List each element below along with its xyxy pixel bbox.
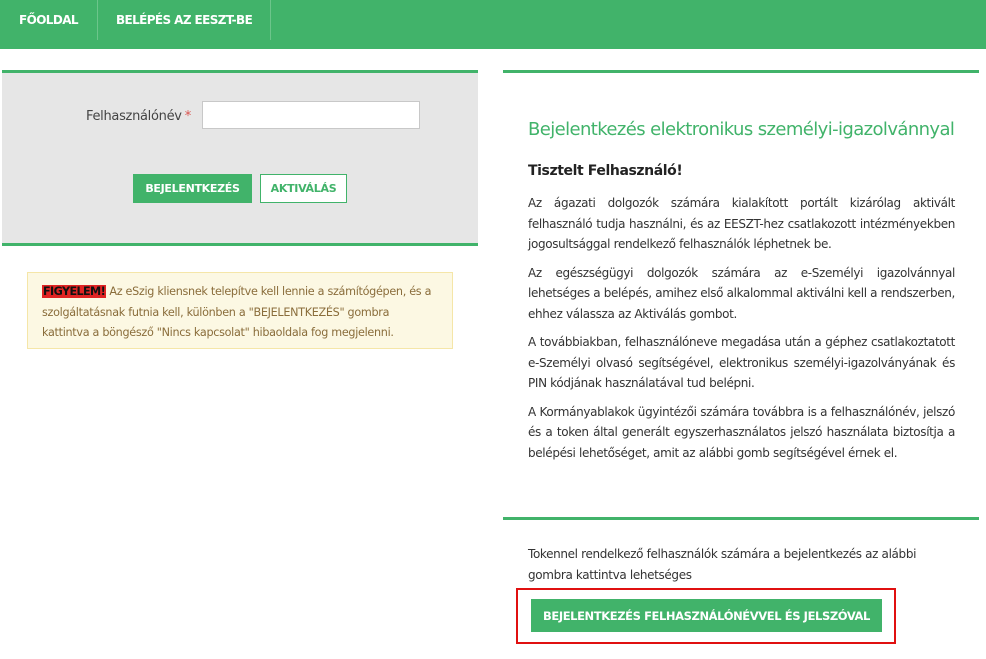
- username-label: Felhasználónév *: [86, 109, 191, 124]
- info-paragraphs: Az ágazati dolgozók számára kialakított …: [528, 193, 955, 471]
- warning-box: FIGYELEM! Az eSzig kliensnek telepítve k…: [27, 272, 453, 349]
- token-info-text: Tokennel rendelkező felhasználók számára…: [528, 547, 917, 582]
- username-input[interactable]: [202, 101, 420, 129]
- info-paragraph: A továbbiakban, felhasználóneve megadása…: [528, 335, 955, 390]
- nav-home[interactable]: FŐOLDAL: [0, 0, 98, 40]
- info-paragraph: Az egészségügyi dolgozók számára az e-Sz…: [528, 265, 955, 321]
- token-login-button[interactable]: BEJELENTKEZÉS FELHASZNÁLÓNÉVVEL ÉS JELSZ…: [531, 599, 882, 632]
- info-paragraph: A Kormányablakok ügyintézői számára tová…: [528, 404, 955, 460]
- info-title: Bejelentkezés elektronikus személyi-igaz…: [528, 119, 955, 140]
- required-mark: *: [184, 109, 192, 124]
- info-panel: Bejelentkezés elektronikus személyi-igaz…: [503, 70, 979, 520]
- info-paragraph: Az ágazati dolgozók számára kialakított …: [528, 196, 955, 251]
- username-label-text: Felhasználónév: [86, 109, 182, 124]
- activate-button[interactable]: AKTIVÁLÁS: [260, 174, 347, 203]
- warning-tag: FIGYELEM!: [42, 285, 107, 298]
- login-panel: Felhasználónév * BEJELENTKEZÉS AKTIVÁLÁS: [2, 70, 478, 246]
- top-navigation: FŐOLDAL BELÉPÉS AZ EESZT-BE: [0, 0, 986, 49]
- login-button[interactable]: BEJELENTKEZÉS: [133, 174, 252, 203]
- greeting-heading: Tisztelt Felhasználó!: [528, 163, 683, 179]
- nav-eeszt-login[interactable]: BELÉPÉS AZ EESZT-BE: [98, 0, 272, 40]
